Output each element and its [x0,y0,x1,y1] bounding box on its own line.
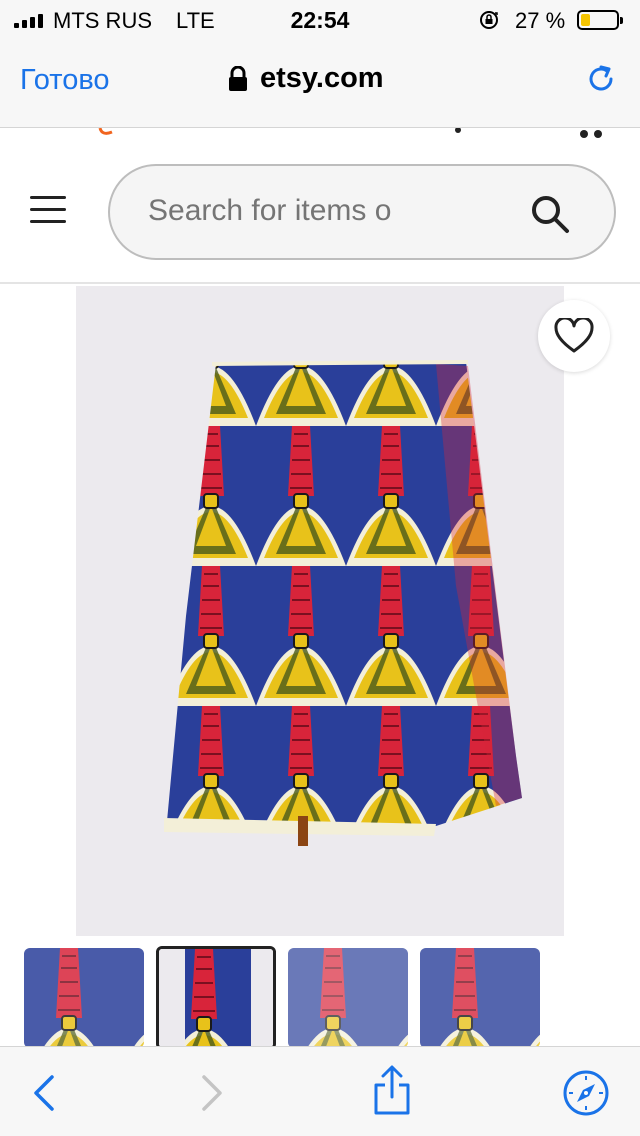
chevron-right-icon[interactable] [200,1073,226,1113]
heart-icon [554,318,594,353]
battery-icon [577,10,623,30]
orientation-lock-icon [480,11,498,29]
share-icon[interactable] [372,1065,412,1117]
listing-main-image[interactable] [76,286,564,936]
search-icon[interactable] [530,194,570,234]
header-divider [0,282,640,284]
padlock-icon [229,65,247,91]
browser-url-bar: Готово etsy.com [0,40,640,128]
search-bar[interactable] [108,164,616,260]
chevron-left-icon[interactable] [30,1073,56,1113]
status-bar: MTS RUS LTE 22:54 27 % [0,0,640,40]
hamburger-icon[interactable] [30,196,66,224]
favorite-button[interactable] [538,300,610,372]
battery-level-fill [581,14,590,26]
battery-percent: 27 % [515,8,566,33]
site-header-peek [98,128,602,138]
thumbnail-strip [0,946,640,1050]
browser-toolbar [0,1046,640,1136]
thumbnail-2[interactable] [156,946,276,1050]
done-button[interactable]: Готово [20,64,110,97]
thumbnail-1[interactable] [24,948,144,1048]
fabric-illustration [164,360,522,846]
compass-icon[interactable] [562,1069,610,1117]
domain-label: etsy.com [260,62,384,94]
thumbnail-3[interactable] [288,948,408,1048]
reload-icon[interactable] [584,62,618,96]
search-input[interactable] [148,194,448,228]
thumbnail-4[interactable] [420,948,540,1048]
address-field[interactable]: etsy.com [228,62,384,95]
